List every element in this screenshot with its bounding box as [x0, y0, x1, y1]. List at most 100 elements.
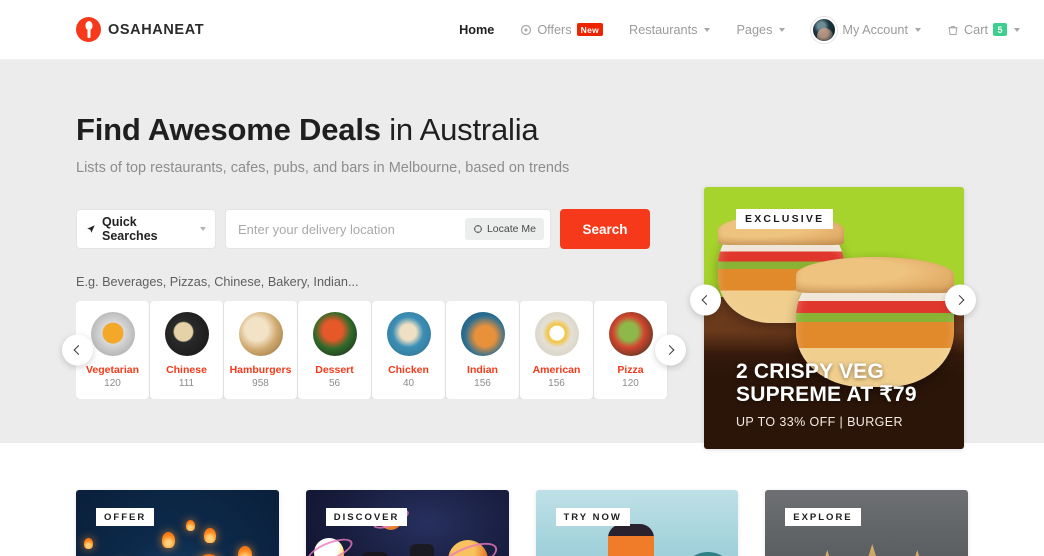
cart-icon: [947, 24, 959, 36]
category-image: [164, 312, 209, 356]
category-list: Vegetarian 120 Chinese 111 Hamburgers 95…: [76, 301, 672, 399]
location-arrow-icon: [86, 224, 96, 234]
category-name: Chicken: [388, 364, 429, 376]
tile-offer[interactable]: OFFER 40%: [76, 490, 279, 556]
category-card-american[interactable]: American 156: [520, 301, 593, 399]
nav-item-restaurants-label: Restaurants: [629, 22, 698, 37]
tile-explore[interactable]: EXPLORE: [765, 490, 968, 556]
nav-item-pages-label: Pages: [736, 22, 773, 37]
page-title-bold: Find Awesome Deals: [76, 112, 381, 147]
promo-next-button[interactable]: [945, 284, 976, 316]
person-illustration: [409, 544, 434, 556]
chevron-down-icon: [779, 27, 786, 32]
brand-logo[interactable]: OSAHANEAT: [76, 17, 204, 42]
promo-subtitle: UP TO 33% OFF | BURGER: [736, 415, 903, 429]
nav-item-pages[interactable]: Pages: [736, 22, 786, 37]
category-count: 40: [402, 378, 415, 389]
promo-banner[interactable]: EXCLUSIVE 2 CRISPY VEG SUPREME AT ₹79 UP…: [704, 187, 964, 449]
category-image: [608, 312, 653, 356]
category-name: American: [532, 364, 581, 376]
category-card-chicken[interactable]: Chicken 40: [372, 301, 445, 399]
promo-title-line1: 2 CRISPY VEG: [736, 359, 884, 383]
category-image: [534, 312, 579, 356]
chevron-down-icon: [704, 27, 711, 32]
category-name: Hamburgers: [229, 364, 292, 376]
crosshair-icon: [473, 224, 483, 234]
nav-item-offers[interactable]: Offers New: [520, 22, 604, 37]
nav-item-home[interactable]: Home: [459, 23, 494, 37]
category-name: Chinese: [166, 364, 207, 376]
search-button[interactable]: Search: [560, 209, 650, 249]
hero-subtitle: Lists of top restaurants, cafes, pubs, a…: [76, 160, 570, 176]
tile-try-now[interactable]: TRY NOW: [535, 490, 739, 556]
nav-item-restaurants[interactable]: Restaurants: [629, 22, 711, 37]
person-illustration: [361, 552, 388, 556]
lantern-icon: [204, 528, 216, 543]
category-image: [460, 312, 505, 356]
category-count: 56: [328, 378, 341, 389]
lantern-icon: [186, 520, 195, 531]
promo-title: 2 CRISPY VEG SUPREME AT ₹79: [736, 360, 952, 407]
category-count: 120: [622, 378, 639, 389]
category-name: Vegetarian: [85, 364, 140, 376]
category-count: 120: [104, 378, 121, 389]
category-prev-button[interactable]: [62, 334, 93, 366]
tile-offer-badge: OFFER: [96, 508, 155, 526]
promo-tiles-row: OFFER 40% DISCOVER TRY NOW EXPLORE: [0, 443, 1044, 556]
category-next-button[interactable]: [655, 334, 686, 366]
lantern-icon: [162, 532, 175, 548]
category-image: [386, 312, 431, 356]
page-title: Find Awesome Deals in Australia: [76, 112, 1044, 148]
star-icon: [850, 544, 895, 556]
chevron-down-icon: [200, 227, 206, 231]
nav-item-offers-label: Offers: [537, 22, 572, 37]
tile-discover-badge: DISCOVER: [325, 508, 408, 526]
quick-searches-dropdown[interactable]: Quick Searches: [76, 209, 216, 249]
tile-discover[interactable]: DISCOVER: [305, 490, 509, 556]
category-card-dessert[interactable]: Dessert 56: [298, 301, 371, 399]
chevron-left-icon: [701, 295, 712, 305]
lantern-icon: [238, 546, 252, 556]
hero-section: Find Awesome Deals in Australia Lists of…: [0, 60, 1044, 449]
category-carousel: Vegetarian 120 Chinese 111 Hamburgers 95…: [62, 301, 686, 399]
category-image: [312, 312, 357, 356]
category-count: 156: [548, 378, 565, 389]
spoon-logo-icon: [76, 17, 101, 42]
category-image: [90, 312, 135, 356]
chevron-down-icon: [915, 27, 922, 32]
chevron-right-icon: [664, 345, 675, 355]
chevron-left-icon: [73, 345, 84, 355]
planet-ring-icon: [305, 533, 356, 556]
brand-name: OSAHANEAT: [108, 21, 205, 38]
chevron-down-icon: [1014, 27, 1020, 32]
cart-count-badge: 5: [992, 23, 1007, 36]
star-icon: [898, 550, 937, 556]
search-input[interactable]: [238, 221, 465, 237]
category-name: Dessert: [315, 364, 354, 376]
lantern-icon: [84, 538, 93, 549]
nav-item-cart[interactable]: Cart 5: [947, 23, 1020, 37]
hill-shape: [681, 552, 734, 556]
promo-prev-button[interactable]: [690, 284, 721, 316]
site-header: OSAHANEAT Home Offers New Restaurants Pa…: [0, 0, 1044, 60]
page-title-light: in Australia: [380, 112, 539, 147]
category-card-indian[interactable]: Indian 156: [446, 301, 519, 399]
category-count: 111: [178, 378, 195, 389]
category-name: Indian: [467, 364, 498, 376]
nav-item-home-label: Home: [459, 22, 495, 37]
nav-item-cart-label: Cart: [964, 22, 988, 37]
nav-item-my-account[interactable]: My Account: [811, 16, 922, 43]
category-card-hamburgers[interactable]: Hamburgers 958: [224, 301, 297, 399]
locate-me-label: Locate Me: [486, 223, 536, 235]
locate-me-button[interactable]: Locate Me: [464, 218, 544, 240]
category-card-chinese[interactable]: Chinese 111: [150, 301, 223, 399]
offers-new-badge: New: [576, 23, 604, 36]
category-count: 156: [474, 378, 491, 389]
promo-title-line2: SUPREME AT ₹79: [736, 383, 917, 407]
category-name: Pizza: [617, 364, 644, 376]
offers-icon: [520, 24, 532, 36]
main-navigation: Home Offers New Restaurants Pages My Acc…: [459, 16, 1020, 43]
location-input-wrapper: Locate Me: [225, 209, 551, 249]
person-illustration: [607, 524, 654, 556]
star-icon: [808, 550, 847, 556]
